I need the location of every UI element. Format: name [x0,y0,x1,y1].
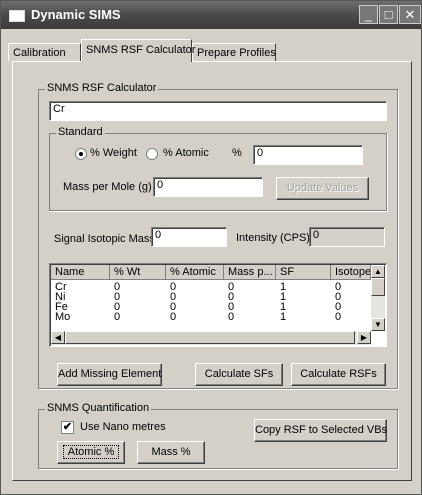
add-missing-element-button[interactable]: Add Missing Element [57,363,162,386]
minimize-button[interactable]: _ [359,5,378,24]
cell-isotope: 0 [335,311,342,323]
signal-mass-input[interactable]: 0 [151,227,227,247]
atomic-radio-label: % Atomic [163,147,209,159]
app-icon [9,10,25,22]
intensity-field: 0 [309,227,385,247]
scroll-up-button[interactable]: ▲ [371,265,385,278]
scroll-right-button[interactable]: ▶ [357,331,371,344]
window-title: Dynamic SIMS [31,7,121,22]
mass-per-mole-label: Mass per Mole (g) [63,181,152,193]
mass-percent-button[interactable]: Mass % [137,441,205,464]
scroll-left-button[interactable]: ◀ [51,331,65,344]
chevron-right-icon: ▶ [360,333,368,342]
percent-input[interactable]: 0 [253,145,363,165]
chevron-down-icon: ▼ [374,320,382,329]
app-window: Dynamic SIMS _ □ ✕ Calibration SNMS RSF … [0,0,422,495]
cell-wt: 0 [114,311,121,323]
chevron-up-icon: ▲ [374,267,382,276]
calculate-sfs-button[interactable]: Calculate SFs [195,363,283,386]
minimize-icon: _ [364,7,373,22]
column-header[interactable]: Isotope [331,265,371,280]
use-nano-checkbox[interactable]: ✔ [61,421,74,434]
checkmark-icon: ✔ [62,421,73,433]
calculator-group-label: SNMS RSF Calculator [45,82,159,94]
column-header[interactable]: SF [276,265,331,280]
intensity-label: Intensity (CPS) [236,232,310,244]
maximize-icon: □ [384,7,393,22]
weight-radio[interactable] [75,148,87,160]
atomic-percent-label: Atomic % [62,445,120,459]
percent-label: % [232,147,242,159]
close-icon: ✕ [404,7,416,22]
vertical-scrollbar[interactable]: ▲ ▼ [371,265,385,331]
scroll-down-button[interactable]: ▼ [371,318,385,331]
scroll-thumb[interactable] [371,278,385,296]
column-header[interactable]: % Atomic [166,265,224,280]
update-values-button[interactable]: Update Values [276,177,369,200]
chevron-left-icon: ◀ [54,333,62,342]
tab-calibration[interactable]: Calibration [8,43,81,61]
tab-snms-rsf-calculator[interactable]: SNMS RSF Calculator [81,39,195,62]
hscroll-thumb[interactable] [65,331,355,344]
cell-atomic: 0 [170,311,177,323]
standard-group-label: Standard [56,126,105,138]
column-header[interactable]: Mass p... [224,265,276,280]
column-header[interactable]: % Wt [110,265,166,280]
horizontal-scrollbar[interactable]: ◀ ▶ [51,331,371,345]
element-table[interactable]: Name % Wt % Atomic Mass p... SF Isotope … [49,263,387,347]
atomic-percent-button[interactable]: Atomic % [57,441,125,464]
weight-radio-label: % Weight [90,147,137,159]
title-bar[interactable]: Dynamic SIMS _ □ ✕ [1,1,421,29]
atomic-radio[interactable] [146,148,158,160]
column-header[interactable]: Name [51,265,110,280]
cell-mass: 0 [228,311,235,323]
cell-sf: 1 [280,311,287,323]
mass-per-mole-input[interactable]: 0 [153,177,263,197]
element-input[interactable]: Cr [49,101,387,121]
tab-prepare-profiles[interactable]: Prepare Profiles [192,43,276,61]
maximize-button[interactable]: □ [379,5,398,24]
use-nano-label: Use Nano metres [80,421,166,433]
close-button[interactable]: ✕ [399,5,421,24]
calculate-rsfs-button[interactable]: Calculate RSFs [291,363,386,386]
signal-mass-label: Signal Isotopic Mass [54,233,155,245]
quantification-group-label: SNMS Quantification [45,402,152,414]
copy-rsf-button[interactable]: Copy RSF to Selected VBs [254,419,387,442]
cell-name: Mo [55,311,71,323]
